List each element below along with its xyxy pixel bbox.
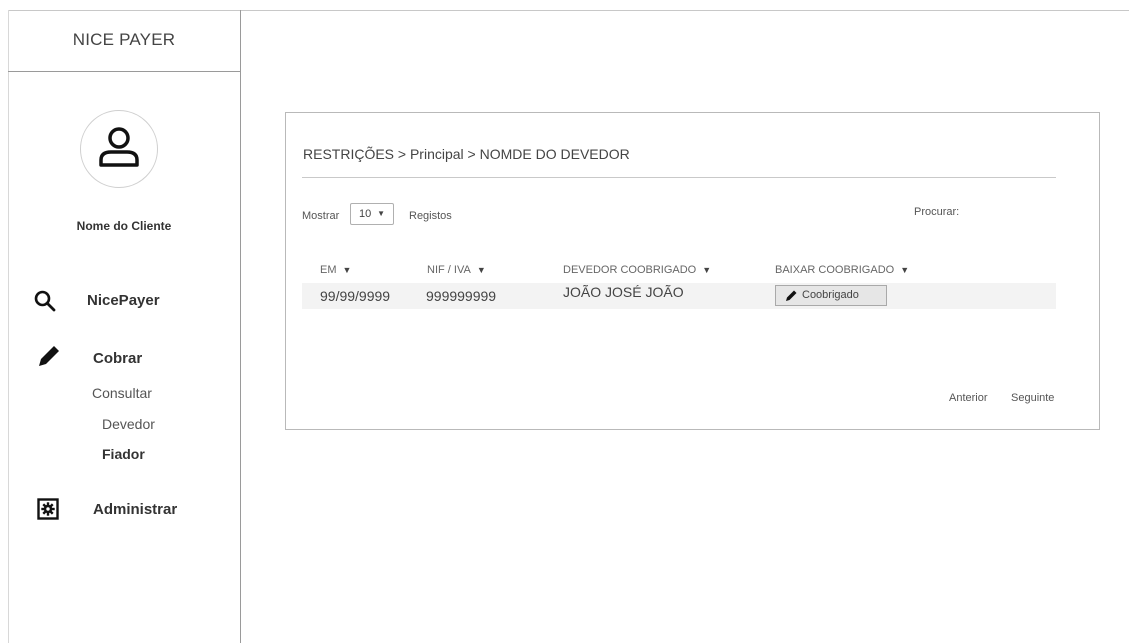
records-label: Registos (409, 210, 452, 222)
search-icon (34, 290, 56, 312)
top-border (8, 10, 1129, 11)
sidebar-item-cobrar[interactable]: Cobrar (36, 343, 216, 371)
breadcrumb: RESTRIÇÕES > Principal > NOMDE DO DEVEDO… (303, 146, 630, 162)
pencil-icon (786, 290, 797, 301)
settings-icon (37, 498, 59, 520)
search-label: Procurar: (914, 206, 960, 218)
avatar (80, 110, 158, 188)
column-header-label: EM (320, 264, 337, 276)
sidebar-item-label: NicePayer (87, 292, 160, 309)
sidebar-subitem-fiador[interactable]: Fiador (102, 446, 145, 462)
column-header-nif[interactable]: NIF / IVA ▼ (427, 264, 486, 276)
page-size-value: 10 (359, 208, 372, 220)
column-header-label: BAIXAR COOBRIGADO (775, 264, 895, 276)
column-header-devedor[interactable]: DEVEDOR COOBRIGADO ▼ (563, 264, 711, 276)
sort-icon: ▼ (900, 265, 910, 275)
client-name: Nome do Cliente (76, 219, 172, 233)
sidebar-subitem-consultar[interactable]: Consultar (92, 385, 152, 401)
column-header-label: DEVEDOR COOBRIGADO (563, 264, 697, 276)
show-label: Mostrar (302, 210, 340, 222)
page-size-select[interactable]: 10 ▼ (350, 203, 394, 225)
column-header-baixar[interactable]: BAIXAR COOBRIGADO ▼ (775, 264, 909, 276)
cell-nif: 999999999 (426, 288, 497, 304)
column-header-label: NIF / IVA (427, 264, 471, 276)
sort-icon: ▼ (342, 265, 352, 275)
sidebar-item-label: Administrar (93, 501, 178, 518)
coobrigado-button-label: Coobrigado (802, 289, 859, 301)
sort-icon: ▼ (702, 265, 712, 275)
prev-page-link[interactable]: Anterior (949, 392, 988, 404)
app-title: NICE PAYER (72, 30, 176, 49)
user-icon (99, 127, 139, 167)
sort-icon: ▼ (476, 265, 486, 275)
sidebar-divider (240, 10, 241, 643)
sidebar-item-nicepayer[interactable]: NicePayer (34, 288, 214, 314)
sidebar-subitem-devedor[interactable]: Devedor (102, 416, 155, 432)
cell-devedor: JOÃO JOSÉ JOÃO (563, 284, 684, 300)
chevron-down-icon: ▼ (377, 209, 385, 218)
breadcrumb-divider (302, 177, 1056, 178)
pencil-icon (39, 344, 61, 366)
next-page-link[interactable]: Seguinte (1011, 392, 1054, 404)
column-header-em[interactable]: EM ▼ (320, 264, 351, 276)
sidebar-item-label: Cobrar (93, 350, 143, 367)
cell-em: 99/99/9999 (320, 288, 391, 304)
coobrigado-button[interactable]: Coobrigado (775, 285, 887, 306)
brand-divider (8, 71, 240, 72)
left-border (8, 10, 9, 643)
sidebar-item-administrar[interactable]: Administrar (37, 498, 217, 522)
